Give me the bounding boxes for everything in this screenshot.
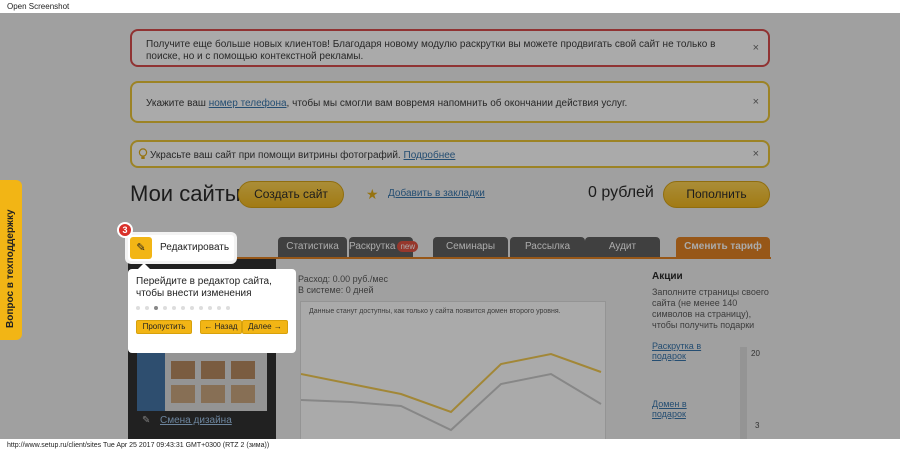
star-icon: ★ [366, 186, 379, 202]
gift-promotion-link[interactable]: Раскрутка в подарок [652, 341, 712, 361]
tour-dot [145, 306, 149, 310]
close-icon[interactable]: × [753, 42, 759, 54]
skip-button[interactable]: Пропустить [136, 320, 192, 334]
tour-dot [199, 306, 203, 310]
tab-mailing[interactable]: Рассылка [510, 237, 585, 257]
change-tariff-tab[interactable]: Сменить тариф [676, 237, 770, 257]
photo-more-link[interactable]: Подробнее [404, 150, 456, 161]
bookmark-link[interactable]: Добавить в закладки [388, 188, 485, 199]
tour-tooltip: Перейдите в редактор сайта, чтобы внести… [128, 263, 296, 353]
change-design-link[interactable]: Смена дизайна [160, 415, 232, 426]
tab-stats[interactable]: Статистика [278, 237, 347, 257]
tour-dot [226, 306, 230, 310]
lightbulb-icon [138, 148, 148, 159]
tour-dot [190, 306, 194, 310]
progress-scale [740, 347, 747, 439]
edit-site-button[interactable]: ✎ Редактировать [128, 235, 234, 261]
window-title: Open Screenshot [0, 0, 900, 13]
tour-dot [181, 306, 185, 310]
gift-count-1: 20 [751, 349, 760, 358]
tour-dot [208, 306, 212, 310]
tour-step-badge: 3 [117, 222, 133, 238]
tab-promotion[interactable]: Раскрутка new [349, 237, 419, 257]
aside-text: Заполните страницы своего сайта (не мене… [652, 287, 769, 330]
topup-button[interactable]: Пополнить [663, 181, 770, 208]
close-icon[interactable]: × [753, 148, 759, 160]
photo-text: Украсьте ваш сайт при помощи витрины фот… [150, 150, 401, 161]
promo-notice: Получите еще больше новых клиентов! Благ… [130, 29, 770, 67]
new-badge: new [397, 241, 419, 252]
page-title: Мои сайты [130, 181, 241, 206]
chart-line-yellow [301, 352, 602, 414]
photo-notice: Украсьте ваш сайт при помощи витрины фот… [130, 140, 770, 168]
aside-title: Акции [652, 271, 683, 282]
balance: 0 рублей [588, 184, 654, 201]
back-button[interactable]: ← Назад [200, 320, 242, 334]
status-bar: http://www.setup.ru/client/sites Tue Apr… [0, 439, 900, 452]
edit-label: Редактировать [160, 242, 230, 253]
next-button[interactable]: Далее → [242, 320, 288, 334]
pencil-icon: ✎ [130, 237, 152, 259]
site-stats: Расход: 0.00 руб./мес В системе: 0 дней [298, 274, 388, 296]
tab-seminars[interactable]: Семинары [433, 237, 508, 257]
phone-text-after: , чтобы мы смогли вам вовремя напомнить … [286, 98, 628, 109]
tour-dot [172, 306, 176, 310]
tab-promotion-label: Раскрутка [349, 241, 396, 252]
phone-text-before: Укажите ваш [146, 98, 209, 109]
tour-dot [163, 306, 167, 310]
gift-domain-link[interactable]: Домен в подарок [652, 399, 712, 419]
tour-text: Перейдите в редактор сайта, чтобы внести… [136, 276, 272, 299]
promo-aside: Акции Заполните страницы своего сайта (н… [652, 271, 772, 419]
phone-notice: Укажите ваш номер телефона, чтобы мы смо… [130, 81, 770, 123]
chart-lines [301, 352, 602, 432]
tour-dot [217, 306, 221, 310]
promo-text: Получите еще больше новых клиентов! Благ… [146, 39, 716, 62]
stats-chart: Данные станут доступны, как только у сай… [300, 301, 606, 439]
support-tab[interactable]: Вопрос в техподдержку [0, 180, 22, 340]
create-site-button[interactable]: Создать сайт [238, 181, 344, 208]
page: Получите еще больше новых клиентов! Благ… [0, 13, 900, 439]
gift-count-2: 3 [755, 421, 760, 430]
tab-audit[interactable]: Аудит [585, 237, 660, 257]
tour-dot [136, 306, 140, 310]
support-label: Вопрос в техподдержку [5, 209, 16, 328]
days-in-system: В системе: 0 дней [298, 285, 374, 295]
tour-progress-dots [136, 306, 230, 310]
close-icon[interactable]: × [753, 96, 759, 108]
tour-dot [154, 306, 158, 310]
phone-link[interactable]: номер телефона [209, 98, 287, 109]
brush-icon: ✎ [142, 415, 151, 426]
expense: Расход: 0.00 руб./мес [298, 274, 389, 284]
